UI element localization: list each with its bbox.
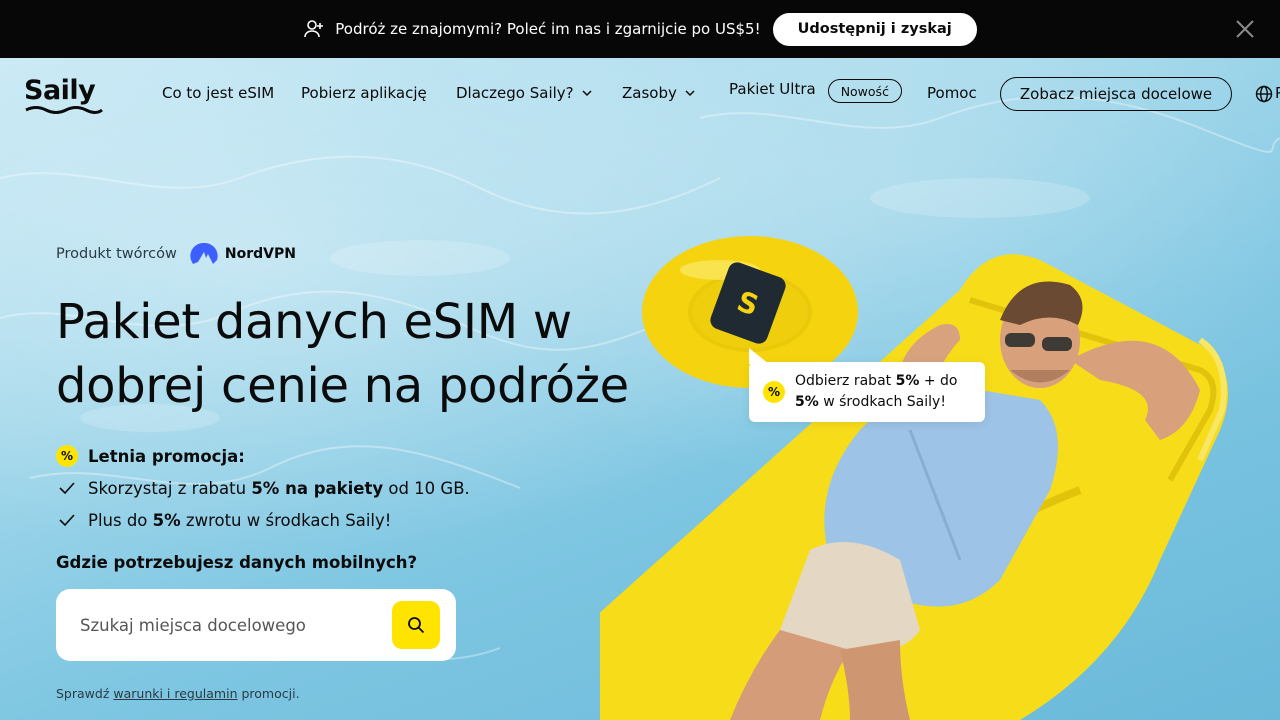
check-icon <box>56 477 78 499</box>
saily-logo[interactable]: Saily <box>24 75 104 114</box>
logo-text: Saily <box>24 75 96 106</box>
nav-item-help[interactable]: Pomoc <box>927 84 977 102</box>
globe-icon[interactable] <box>1255 85 1273 103</box>
main-nav: Saily Co to jest eSIM Pobierz aplikację … <box>0 58 1280 130</box>
promo-list: % Letnia promocja: Skorzystaj z rabatu 5… <box>56 440 470 536</box>
nav-item-ultra-plan[interactable]: Pakiet Ultra Nowość <box>729 79 902 103</box>
see-destinations-button[interactable]: Zobacz miejsca docelowe <box>1000 77 1232 111</box>
search-input[interactable] <box>80 615 370 635</box>
search-question: Gdzie potrzebujesz danych mobilnych? <box>56 553 418 572</box>
promo-item-text: Skorzystaj z rabatu 5% na pakiety od 10 … <box>88 478 470 498</box>
nordvpn-text: NordVPN <box>224 246 296 262</box>
nav-item-label: Zasoby <box>622 84 677 102</box>
nav-item-why-saily[interactable]: Dlaczego Saily? <box>456 84 594 102</box>
language-selector[interactable]: P <box>1275 84 1280 102</box>
promo-title: Letnia promocja: <box>88 446 245 466</box>
nav-item-what-is-esim[interactable]: Co to jest eSIM <box>162 84 274 102</box>
nav-item-label: Dlaczego Saily? <box>456 84 574 102</box>
terms-link[interactable]: warunki i regulamin <box>113 686 237 701</box>
promo-item: Skorzystaj z rabatu 5% na pakiety od 10 … <box>56 472 470 504</box>
add-user-icon <box>303 18 325 40</box>
nav-item-label: Pakiet Ultra <box>729 80 816 98</box>
new-badge: Nowość <box>827 79 902 103</box>
search-button[interactable] <box>392 601 440 649</box>
nordvpn-logo[interactable]: NordVPN <box>189 242 296 266</box>
close-icon[interactable] <box>1234 18 1256 40</box>
share-and-earn-button[interactable]: Udostępnij i zyskaj <box>772 12 977 46</box>
byline-text: Produkt twórców <box>56 246 177 262</box>
hero-illustration: S <box>600 236 1228 720</box>
search-icon <box>408 617 425 634</box>
check-icon <box>56 509 78 531</box>
page-title: Pakiet danych eSIM w dobrej cenie na pod… <box>56 294 629 414</box>
promo-item: Plus do 5% zwrotu w środkach Saily! <box>56 504 470 536</box>
chevron-down-icon <box>685 90 695 97</box>
byline: Produkt twórców NordVPN <box>56 242 296 266</box>
nordvpn-icon <box>190 242 218 264</box>
nav-item-get-app[interactable]: Pobierz aplikację <box>301 84 427 102</box>
nav-item-label: Pobierz aplikację <box>301 84 427 102</box>
percent-icon: % <box>56 445 78 467</box>
percent-icon: % <box>763 381 785 403</box>
promo-bar-content: Podróż ze znajomymi? Poleć im nas i zgar… <box>303 12 977 46</box>
nav-item-resources[interactable]: Zasoby <box>622 84 697 102</box>
chevron-down-icon <box>582 90 592 97</box>
promo-title-row: % Letnia promocja: <box>56 440 470 472</box>
wave-icon <box>25 106 103 114</box>
promo-bar: Podróż ze znajomymi? Poleć im nas i zgar… <box>0 0 1280 58</box>
promo-tooltip: % Odbierz rabat 5% + do 5% w środkach Sai… <box>749 348 985 422</box>
nav-item-label: Co to jest eSIM <box>162 84 275 102</box>
promo-item-text: Plus do 5% zwrotu w środkach Saily! <box>88 510 392 530</box>
terms-note: Sprawdź warunki i regulamin promocji. <box>56 686 300 701</box>
destination-search <box>56 589 456 661</box>
nav-item-label: Pomoc <box>927 84 977 102</box>
tooltip-text: Odbierz rabat 5% + do 5% w środkach Saily… <box>795 373 958 410</box>
promo-bar-text: Podróż ze znajomymi? Poleć im nas i zgar… <box>335 20 761 38</box>
